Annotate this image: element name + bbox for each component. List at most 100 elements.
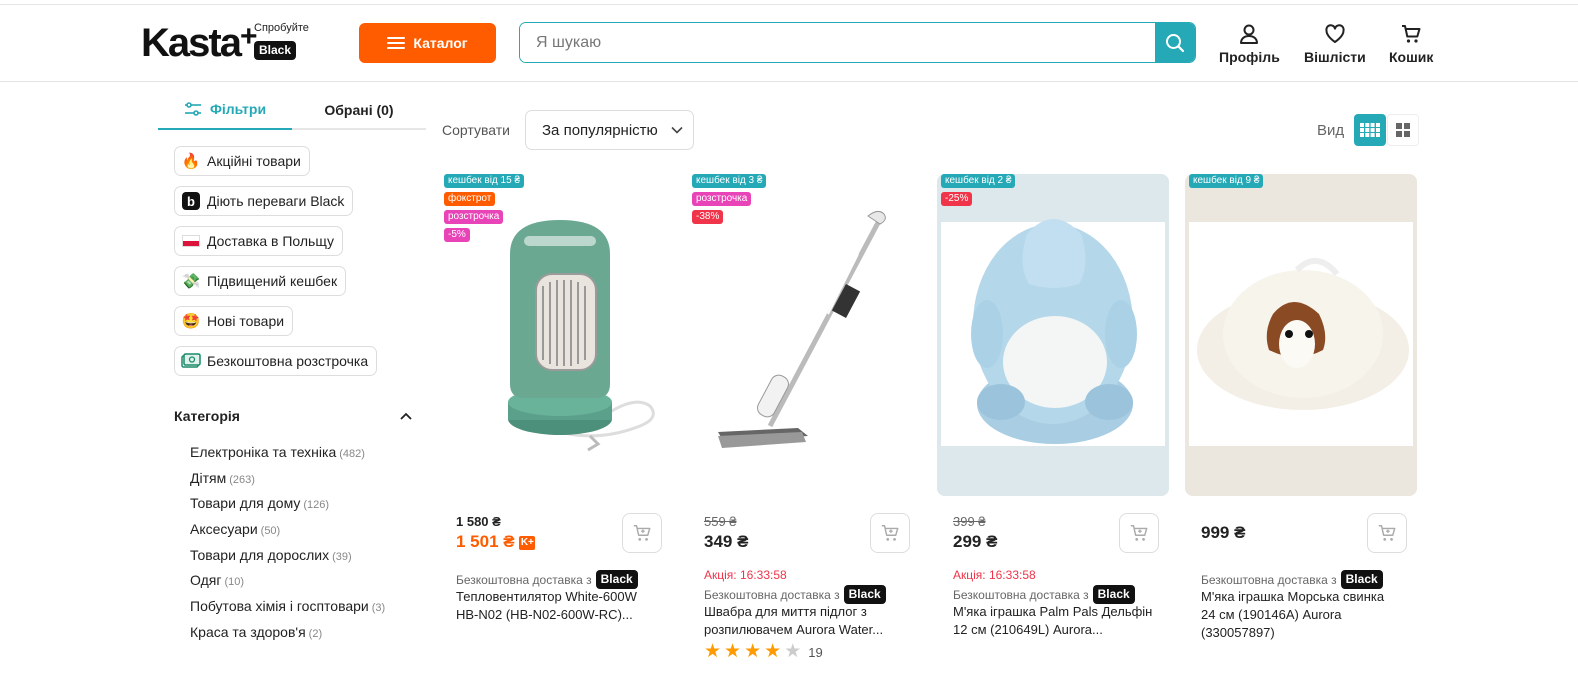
category-header[interactable]: Категорія xyxy=(174,408,412,424)
black-b-icon: b xyxy=(181,191,201,211)
rating-count: 19 xyxy=(808,644,823,660)
free-delivery-note: Безкоштовна доставка з Black xyxy=(953,585,1135,604)
cart-label: Кошик xyxy=(1389,49,1434,65)
tab-filters[interactable]: Фільтри xyxy=(158,90,292,130)
category-item[interactable]: Побутова хімія і госптовари (3) xyxy=(190,596,385,622)
category-item[interactable]: Товари для дорослих (39) xyxy=(190,545,385,571)
chip-sale[interactable]: 🔥 Акційні товари xyxy=(174,146,310,176)
price-current: 349 ₴ xyxy=(704,532,749,551)
view-label: Вид xyxy=(1317,122,1345,139)
badge-stack: кешбек від 9 ₴ xyxy=(1189,174,1264,188)
badge-stack: кешбек від 3 ₴ розстрочка -38% xyxy=(692,174,767,224)
chip-cashback[interactable]: 💸 Підвищений кешбек xyxy=(174,266,347,296)
product-title[interactable]: М'яка іграшка Palm Pals Дельфін 12 см (2… xyxy=(953,603,1153,639)
cart-link[interactable]: Кошик xyxy=(1389,23,1433,65)
search-button[interactable] xyxy=(1155,23,1195,62)
free-delivery-note: Безкоштовна доставка з Black xyxy=(704,585,886,604)
discount-badge: -25% xyxy=(941,192,973,206)
search-icon xyxy=(1166,33,1185,52)
fire-icon: 🔥 xyxy=(181,153,201,170)
add-to-cart-button[interactable] xyxy=(1367,513,1407,553)
sort-label: Сортувати xyxy=(442,122,510,138)
price-original: 1 580 ₴ xyxy=(456,514,501,529)
star-icon: ★ xyxy=(704,641,722,662)
promo-timer: Акція: 16:33:58 xyxy=(704,568,787,582)
product-card[interactable]: кешбек від 2 ₴ -25% 399 ₴ 299 ₴ Акція: 1… xyxy=(937,174,1169,674)
wishlist-link[interactable]: Вішлісти xyxy=(1304,23,1366,65)
quick-filters: 🔥 Акційні товари b Діють переваги Black … xyxy=(174,146,378,376)
kasta-plus-icon: K+ xyxy=(519,535,536,550)
add-to-cart-button[interactable] xyxy=(870,513,910,553)
add-to-cart-button[interactable] xyxy=(1119,513,1159,553)
chip-black-perks[interactable]: b Діють переваги Black xyxy=(174,186,354,216)
star-icon: ★ xyxy=(744,641,762,662)
poland-flag-icon xyxy=(181,231,201,251)
cashback-badge: кешбек від 9 ₴ xyxy=(1189,174,1264,188)
chip-label: Безкоштовна розстрочка xyxy=(207,353,369,369)
chevron-up-icon[interactable] xyxy=(400,412,412,420)
black-badge: Black xyxy=(1092,585,1135,604)
product-title[interactable]: М'яка іграшка Морська свинка 24 см (1901… xyxy=(1201,588,1401,642)
category-list: Електроніка та техніка (482) Дітям (263) Т… xyxy=(190,442,385,648)
free-delivery-note: Безкоштовна доставка з Black xyxy=(456,570,638,589)
try-black-text[interactable]: Спробуйте xyxy=(254,22,309,34)
tab-favorites[interactable]: Обрані (0) xyxy=(292,90,426,130)
sidebar-tabs: Фільтри Обрані (0) xyxy=(158,90,426,130)
filter-sliders-icon xyxy=(184,102,201,116)
user-icon xyxy=(1240,24,1259,44)
discount-badge: -5% xyxy=(444,228,470,242)
chip-label: Діють переваги Black xyxy=(207,193,345,209)
category-item[interactable]: Краса та здоров'я (2) xyxy=(190,622,385,648)
product-card[interactable]: кешбек від 15 ₴ фокстрот розстрочка -5% … xyxy=(440,174,672,674)
view-grid-large-button[interactable] xyxy=(1387,114,1419,146)
search-bar xyxy=(519,22,1196,63)
product-card[interactable]: кешбек від 3 ₴ розстрочка -38% 559 ₴ 349… xyxy=(688,174,920,674)
category-item[interactable]: Аксесуари (50) xyxy=(190,519,385,545)
price-original: 399 ₴ xyxy=(953,514,986,529)
product-title[interactable]: Тепловентилятор White-600W HB-N02 (HB-N0… xyxy=(456,588,656,624)
chip-installments[interactable]: Безкоштовна розстрочка xyxy=(174,346,378,376)
cart-plus-icon xyxy=(881,525,899,541)
sort-value: За популярністю xyxy=(542,121,658,139)
product-image-guinea-pig[interactable] xyxy=(1185,174,1417,496)
category-item[interactable]: Електроніка та техніка (482) xyxy=(190,442,385,468)
partner-badge: фокстрот xyxy=(444,192,496,206)
heart-icon xyxy=(1325,24,1345,43)
category-item[interactable]: Одяг (10) xyxy=(190,570,385,596)
profile-label: Профіль xyxy=(1219,49,1280,65)
product-image-dolphin[interactable] xyxy=(937,174,1169,496)
category-item[interactable]: Товари для дому (126) xyxy=(190,493,385,519)
cart-plus-icon xyxy=(1130,525,1148,541)
cart-plus-icon xyxy=(633,525,651,541)
cashback-badge: кешбек від 15 ₴ xyxy=(444,174,525,188)
search-input[interactable] xyxy=(520,23,1155,62)
cart-icon xyxy=(1402,25,1421,43)
discount-badge: -38% xyxy=(692,210,724,224)
star-icon: ★ xyxy=(724,641,742,662)
chip-poland-delivery[interactable]: Доставка в Польщу xyxy=(174,226,344,256)
kasta-logo[interactable]: Kasta+ xyxy=(141,20,257,67)
star-icon: ★ xyxy=(764,641,782,662)
menu-icon xyxy=(387,37,406,49)
price-current: 1 501 ₴ K+ xyxy=(456,532,536,551)
add-to-cart-button[interactable] xyxy=(622,513,662,553)
sort-dropdown[interactable]: За популярністю xyxy=(525,110,694,150)
product-title[interactable]: Швабра для миття підлог з розпилювачем A… xyxy=(704,603,904,639)
chip-label: Акційні товари xyxy=(207,153,301,169)
money-icon: 💸 xyxy=(181,273,201,290)
profile-link[interactable]: Профіль xyxy=(1219,23,1280,65)
view-grid-dense-button[interactable] xyxy=(1354,114,1386,146)
black-badge: Black xyxy=(595,570,638,589)
cashback-badge: кешбек від 2 ₴ xyxy=(941,174,1016,188)
tab-filters-label: Фільтри xyxy=(209,101,267,117)
free-delivery-note: Безкоштовна доставка з Black xyxy=(1201,570,1383,589)
catalog-button[interactable]: Каталог xyxy=(359,23,496,63)
category-item[interactable]: Дітям (263) xyxy=(190,468,385,494)
badge-stack: кешбек від 2 ₴ -25% xyxy=(941,174,1016,206)
installment-badge: розстрочка xyxy=(692,192,752,206)
black-badge: Black xyxy=(843,585,886,604)
try-black-badge[interactable]: Black xyxy=(254,41,297,60)
product-card[interactable]: кешбек від 9 ₴ 999 ₴ Безкоштовна доставк… xyxy=(1185,174,1417,674)
price-current: 299 ₴ xyxy=(953,532,998,551)
chip-new-items[interactable]: 🤩 Нові товари xyxy=(174,306,294,336)
